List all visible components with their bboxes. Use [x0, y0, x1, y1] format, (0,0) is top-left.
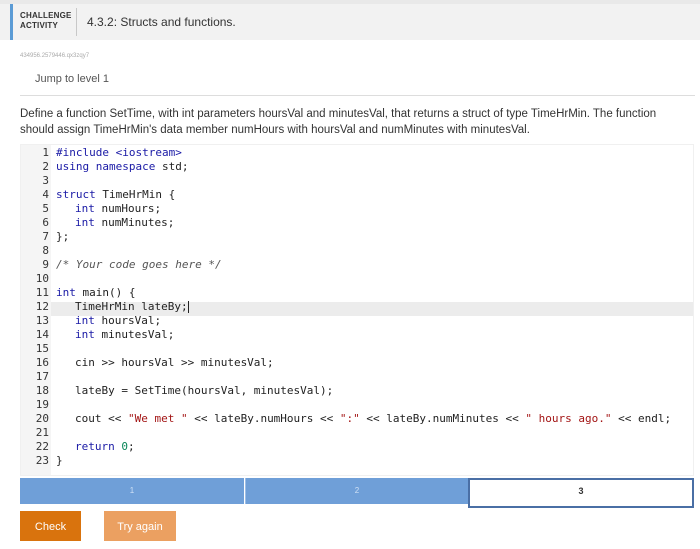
code-line: int numHours; — [75, 202, 162, 215]
line-number: 23 — [35, 454, 49, 467]
try-again-button[interactable]: Try again — [104, 511, 176, 541]
code-line: } — [56, 454, 63, 467]
activity-hash: 434956.2579446.qx3zqy7 — [20, 53, 90, 59]
code-line: TimeHrMin lateBy; — [75, 300, 189, 313]
jump-to-level-link[interactable]: Jump to level 1 — [35, 73, 109, 85]
level-2-segment[interactable]: 2 — [245, 478, 468, 504]
line-number: 5 — [42, 202, 49, 215]
line-number: 20 — [35, 412, 49, 425]
line-number: 13 — [35, 314, 49, 327]
activity-type-label: CHALLENGE ACTIVITY — [20, 11, 72, 31]
line-number: 17 — [35, 370, 49, 383]
line-number: 15 — [35, 342, 49, 355]
line-number: 18 — [35, 384, 49, 397]
line-number: 19 — [35, 398, 49, 411]
code-line: #include <iostream> — [56, 146, 182, 159]
code-line: cout << "We met " << lateBy.numHours << … — [75, 412, 672, 425]
code-line: cin >> hoursVal >> minutesVal; — [75, 356, 274, 369]
line-number: 9 — [42, 258, 49, 271]
line-number: 4 — [42, 188, 49, 201]
code-line: using namespace std; — [56, 160, 189, 173]
text-cursor — [187, 301, 189, 313]
header-divider — [76, 8, 77, 36]
code-line: int minutesVal; — [75, 328, 175, 341]
line-number: 16 — [35, 356, 49, 369]
line-number: 12 — [35, 300, 49, 313]
code-line: int main() { — [56, 286, 136, 299]
code-comment: /* Your code goes here */ — [56, 258, 222, 271]
line-number: 2 — [42, 160, 49, 173]
activity-header: CHALLENGE ACTIVITY 4.3.2: Structs and fu… — [0, 4, 700, 40]
header-accent-bar — [10, 4, 13, 40]
level-progress-bar: 1 2 3 — [20, 478, 694, 508]
line-number: 6 — [42, 216, 49, 229]
level-3-segment[interactable]: 3 — [468, 478, 694, 508]
code-line: lateBy = SetTime(hoursVal, minutesVal); — [75, 384, 334, 397]
activity-type-line2: ACTIVITY — [20, 21, 59, 30]
code-line: }; — [56, 230, 70, 243]
activity-title: 4.3.2: Structs and functions. — [87, 15, 236, 29]
line-number: 10 — [35, 272, 49, 285]
line-number: 3 — [42, 174, 49, 187]
level-1-segment[interactable]: 1 — [20, 478, 244, 504]
line-number: 1 — [42, 146, 49, 159]
line-number: 7 — [42, 230, 49, 243]
code-editor[interactable]: 1 #include <iostream> 2 using namespace st… — [20, 144, 694, 476]
line-number: 11 — [35, 286, 49, 299]
code-line: return 0; — [75, 440, 135, 453]
code-line: struct TimeHrMin { — [56, 188, 176, 201]
line-number: 21 — [35, 426, 49, 439]
code-line: int hoursVal; — [75, 314, 162, 327]
problem-description: Define a function SetTime, with int para… — [20, 108, 657, 136]
activity-type-line1: CHALLENGE — [20, 11, 72, 20]
line-number: 22 — [35, 440, 49, 453]
divider — [20, 95, 695, 96]
code-line: int numMinutes; — [75, 216, 175, 229]
line-number: 8 — [42, 244, 49, 257]
check-button[interactable]: Check — [20, 511, 81, 541]
line-number: 14 — [35, 328, 49, 341]
